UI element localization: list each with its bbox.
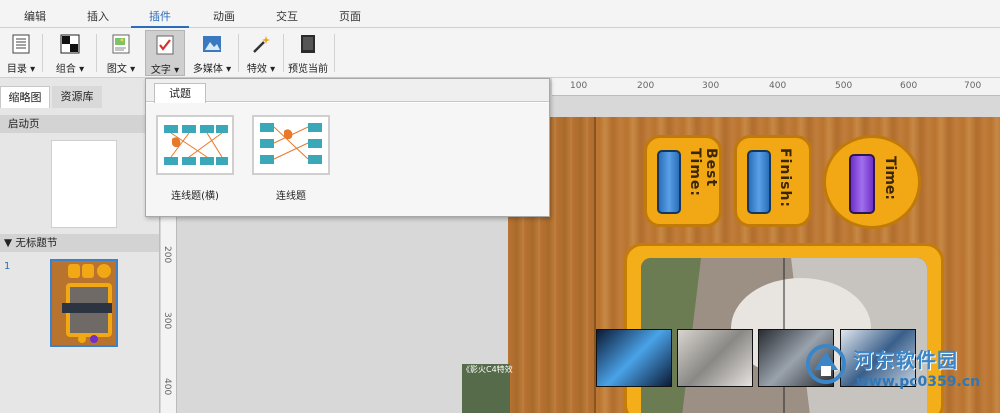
finish-display [747,150,771,214]
preview-current-label: 预览当前 [288,64,328,75]
group-button[interactable]: 组合 ▾ [52,30,88,76]
site-watermark: 河东软件园 www.pc0359.cn [800,340,1000,400]
ruler-tick: 400 [769,81,787,91]
multimedia-icon [203,36,221,52]
section-header[interactable]: ▼ 无标题节 [0,234,159,252]
separator [42,34,43,72]
toc-button[interactable]: 目录 ▾ [4,30,38,76]
matching-item[interactable]: 连线题 [250,115,332,202]
matching-label: 连线题 [276,191,306,202]
menu-tab-interaction[interactable]: 交互 [276,8,298,24]
toc-label: 目录 ▾ [6,64,36,75]
ruler-tick: 700 [964,81,982,91]
ruler-tick: 100 [570,81,588,91]
matching-icon [252,115,330,175]
time-display [849,154,875,214]
watermark-logo-icon [806,344,846,384]
quiz-dropdown-panel: 试题 连线题(横) 连线题 [145,78,550,217]
multimedia-label: 多媒体 ▾ [192,64,232,75]
effects-button[interactable]: 特效 ▾ [243,30,279,76]
watermark-text: 河东软件园 [853,348,958,372]
ruler-tick: 300 [162,312,172,330]
menu-bar: 编辑 插入 插件 动画 交互 页面 [0,0,1000,28]
left-panel: 缩略图 资源库 启动页 ▼ 无标题节 1 [0,78,160,413]
popup-tab-bar: 试题 [146,79,549,103]
text-quiz-icon [156,35,174,55]
popup-body: 连线题(横) 连线题 [146,103,549,216]
preview-current-button[interactable]: 预览当前 [286,30,330,76]
image-text-icon [112,34,130,54]
menu-tab-plugin[interactable]: 插件 [149,8,171,24]
separator [96,34,97,72]
photo-thumbnail[interactable] [596,329,672,387]
text-quiz-button[interactable]: 文字 ▾ [145,30,185,76]
ruler-tick: 200 [637,81,655,91]
ruler-tick: 400 [162,378,172,396]
preview-icon [301,35,315,53]
time-badge: Time: [823,135,921,229]
best-time-badge: Best Time: [644,135,722,227]
best-time-label: Best Time: [687,148,719,198]
finish-badge: Finish: [734,135,812,227]
tab-resource-library[interactable]: 资源库 [52,86,102,108]
start-page-thumbnail[interactable] [51,140,117,228]
time-label: Time: [882,156,898,201]
matching-horizontal-label: 连线题(横) [171,191,219,202]
slide-thumbnail[interactable] [50,259,118,347]
ribbon-toolbar: 目录 ▾ 组合 ▾ 图文 ▾ 文字 ▾ 多媒体 ▾ 特效 ▾ 预览当前 [0,28,1000,78]
media-caption: 《影火C4特效 [462,365,513,374]
matching-horizontal-icon [156,115,234,175]
separator [238,34,239,72]
text-quiz-label: 文字 ▾ [150,65,180,76]
ruler-tick: 600 [900,81,918,91]
menu-tab-edit[interactable]: 编辑 [24,8,46,24]
photo-thumbnail[interactable] [677,329,753,387]
best-time-display [657,150,681,214]
effects-icon [253,36,270,53]
image-text-button[interactable]: 图文 ▾ [102,30,140,76]
menu-tab-animation[interactable]: 动画 [213,8,235,24]
horizontal-ruler: 100 200 300 400 500 600 700 [552,78,1000,96]
ruler-tick: 500 [835,81,853,91]
slide-number: 1 [4,261,11,272]
media-thumbnail: 《影火C4特效 [462,364,513,413]
separator [283,34,284,72]
separator [334,34,335,72]
tab-quiz[interactable]: 试题 [154,83,206,103]
menu-tab-insert[interactable]: 插入 [87,8,109,24]
ruler-tick: 300 [702,81,720,91]
start-page-header: 启动页 [0,115,159,133]
menu-tab-page[interactable]: 页面 [339,8,361,24]
image-text-label: 图文 ▾ [106,64,136,75]
effects-label: 特效 ▾ [246,64,276,75]
multimedia-button[interactable]: 多媒体 ▾ [190,30,234,76]
matching-horizontal-item[interactable]: 连线题(横) [154,115,236,202]
finish-label: Finish: [777,148,793,209]
ruler-tick: 200 [162,246,172,264]
group-label: 组合 ▾ [55,64,85,75]
watermark-url: www.pc0359.cn [856,374,981,390]
group-icon [60,34,80,54]
tab-thumbnails[interactable]: 缩略图 [0,86,50,108]
slide-thumbnail-preview [52,261,116,345]
toc-icon [12,34,30,54]
